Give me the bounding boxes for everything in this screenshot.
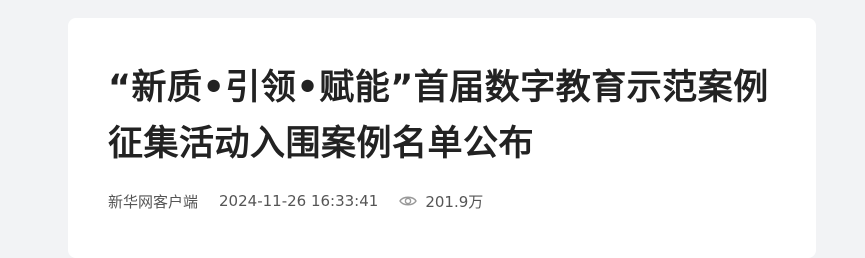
- publish-time: 2024-11-26 16:33:41: [219, 192, 379, 210]
- eye-icon: [399, 196, 418, 206]
- article-source[interactable]: 新华网客户端: [108, 191, 198, 212]
- article-meta: 新华网客户端 2024-11-26 16:33:41 201.9万: [108, 190, 483, 212]
- article-card: “新质•引领•赋能”首届数字教育示范案例征集活动入围案例名单公布 新华网客户端 …: [68, 18, 816, 258]
- view-count: 201.9万: [399, 191, 483, 212]
- view-count-value: 201.9万: [425, 192, 484, 211]
- article-title: “新质•引领•赋能”首届数字教育示范案例征集活动入围案例名单公布: [108, 68, 769, 164]
